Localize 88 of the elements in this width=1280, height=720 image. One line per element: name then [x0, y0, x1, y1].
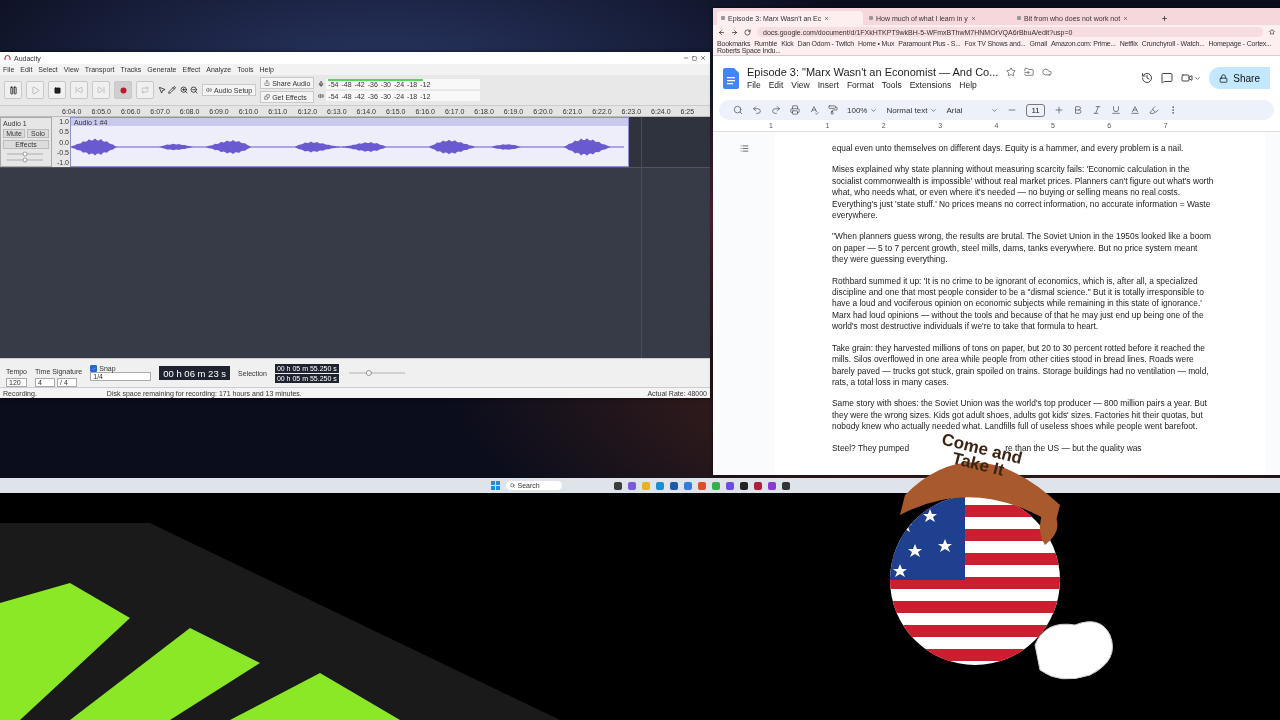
speaker-icon	[318, 93, 325, 99]
skip-start-button[interactable]	[70, 81, 88, 99]
menu-item[interactable]: Edit	[768, 80, 784, 90]
close-icon[interactable]	[700, 55, 706, 61]
menu-item[interactable]: Tools	[881, 80, 902, 90]
zoom-out-icon[interactable]	[190, 86, 198, 94]
headphones-icon	[4, 55, 11, 61]
caret-icon[interactable]	[1194, 74, 1202, 82]
pause-icon	[8, 85, 18, 95]
video-call-icon[interactable]	[1181, 72, 1194, 84]
record-button[interactable]	[114, 81, 132, 99]
menu-item[interactable]: Help	[959, 80, 977, 90]
loop-icon	[141, 86, 149, 94]
reload-icon[interactable]	[744, 28, 751, 36]
stop-icon	[53, 86, 61, 94]
move-folder-icon[interactable]	[1024, 67, 1035, 77]
style-dropdown[interactable]: Normal text	[886, 105, 938, 115]
paint-roller-icon[interactable]	[828, 105, 838, 115]
favicon-icon	[721, 16, 725, 20]
font-size-field[interactable]: 11	[1026, 103, 1045, 117]
favicon-icon	[1017, 16, 1021, 20]
star-icon[interactable]	[1006, 67, 1017, 77]
document-title[interactable]: Episode 3: "Marx Wasn't an Economist — And Co...	[747, 66, 999, 78]
pencil-tool-icon[interactable]	[168, 86, 176, 94]
caret-icon	[870, 106, 878, 114]
menu-item[interactable]: View	[791, 80, 810, 90]
check-icon	[91, 366, 96, 371]
puzzle-icon	[264, 94, 271, 100]
microphone-icon	[318, 81, 325, 87]
snap-checkbox[interactable]	[90, 365, 98, 372]
share-icon	[264, 80, 271, 86]
menu-item[interactable]: Insert	[817, 80, 839, 90]
pan-slider-thumb[interactable]	[22, 157, 28, 163]
pause-button[interactable]	[4, 81, 22, 99]
stop-button[interactable]	[48, 81, 66, 99]
speed-slider-thumb[interactable]	[365, 370, 372, 376]
comment-icon[interactable]	[1161, 72, 1174, 84]
share-button[interactable]: Share	[1209, 67, 1270, 89]
close-tab-icon[interactable]	[970, 15, 976, 21]
lock-icon	[1219, 73, 1229, 83]
cursor-tool-icon[interactable]	[158, 86, 166, 94]
history-icon[interactable]	[1141, 72, 1154, 84]
time-display[interactable]: 00 h 06 m 23 s	[159, 366, 231, 380]
plus-icon[interactable]	[1053, 105, 1064, 115]
record-icon	[119, 86, 127, 94]
bold-icon[interactable]	[1072, 105, 1083, 115]
close-tab-icon[interactable]	[824, 15, 830, 21]
paragraph: equal even unto themselves on different days. Equity is a hammer, and every problem is a nail.	[832, 143, 1185, 155]
menu-item[interactable]: Extensions	[909, 80, 952, 90]
skip-start-icon	[75, 86, 83, 94]
new-tab-icon[interactable]	[1161, 15, 1168, 22]
skip-end-icon	[97, 86, 105, 94]
paragraph-fragment: Steel? They pumped	[832, 442, 910, 454]
star-icon[interactable]	[1269, 29, 1275, 35]
outline-icon[interactable]	[739, 144, 749, 153]
forward-icon[interactable]	[731, 28, 738, 36]
highlighter-icon[interactable]	[1148, 105, 1159, 115]
windows-start-icon[interactable]	[490, 481, 500, 490]
italic-icon[interactable]	[1091, 105, 1102, 115]
zoom-dropdown[interactable]: 100%	[847, 105, 878, 115]
underline-icon[interactable]	[1110, 105, 1121, 115]
spellcheck-icon[interactable]	[809, 105, 819, 115]
speaker-icon	[206, 87, 212, 93]
caret-icon	[930, 106, 938, 114]
paragraph: "When planners guess wrong, the results are brutal. The Soviet Union in the 1950s looked like a boom on paper — 5 to 7 percent growth, steel mills, dams, tanks everywhere. But no price system meant they were guessing everything.	[832, 231, 1212, 266]
paragraph: Same story with shoes: the Soviet Union was the world's top producer — 800 million pairs a year. But they were the wrong sizes. Kids got adult shoes, adults got kids' sizes. Factories hit their quotas, but nobody knew who actually needed what. Landfills full of useless shoes while people went barefoot.	[832, 398, 1208, 433]
font-dropdown[interactable]: Arial	[946, 105, 999, 115]
cloud-icon[interactable]	[1042, 67, 1053, 77]
text-color-icon[interactable]	[1129, 105, 1140, 115]
zoom-in-icon[interactable]	[180, 86, 188, 94]
print-icon[interactable]	[790, 105, 800, 115]
search-icon[interactable]	[733, 105, 743, 115]
redo-icon[interactable]	[771, 105, 781, 115]
docs-logo-icon[interactable]	[723, 67, 739, 89]
back-icon[interactable]	[718, 28, 725, 36]
gain-slider-thumb[interactable]	[22, 151, 28, 157]
maximize-icon[interactable]	[692, 55, 697, 61]
search-icon	[509, 483, 515, 488]
paragraph: Mises explained why state planning without measuring scarcity fails: 'Economic calculation in the socialist commonwealth is impossible' without real market prices. Planners can't figure out what's worth what, who needs what, or even where it's needed — no buying or selling means no real costs. Everything's just 'state stuff.' No prices means no correct information, no accurate information = Waste everywhere.	[832, 164, 1215, 222]
favicon-icon	[869, 16, 873, 20]
paragraph: Rothbard summed it up: 'It is no crime to be ignorant of economics, which is, after all, a specialized discipline and one that most people consider to be a "dismal science." But it is totally irresponsible to have a loud and vociferous opinion on economic subjects while remaining in this state of ignorance.' Marx had loud opinions — without the tools and because of that he may just end up being one of the world's most destructive individuals if we're to take that formula to heart.	[832, 275, 1205, 333]
undo-icon[interactable]	[752, 105, 762, 115]
caret-icon	[991, 106, 999, 114]
play-icon	[30, 85, 40, 95]
close-tab-icon[interactable]	[1123, 15, 1129, 21]
menu-item[interactable]: Format	[846, 80, 874, 90]
menu-item[interactable]: File	[747, 80, 761, 90]
paragraph: Take grain: they harvested millions of tons on paper, but 20 to 30 percent rotted before it reached the mills. Silos overflowed in one area while people from other cities stood in bread lines. Roads were barely paved — trucks got stuck, grain spoiled on trains. Storage buildings had no ventilation — mold, rats, a total loss in many cases.	[832, 342, 1210, 389]
